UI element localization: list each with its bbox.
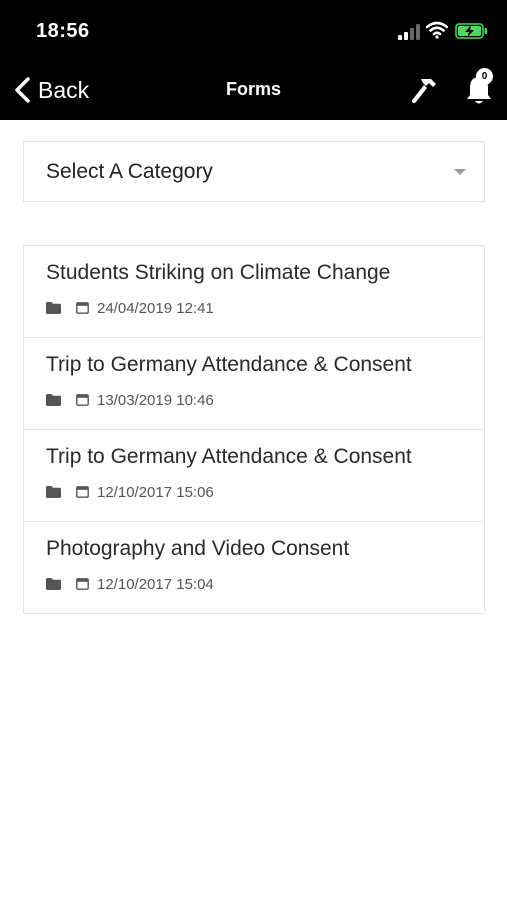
forms-list: Students Striking on Climate Change 24/0… bbox=[23, 245, 485, 614]
battery-charging-icon bbox=[455, 23, 487, 39]
notification-count-badge: 0 bbox=[476, 68, 493, 85]
form-meta: 12/10/2017 15:04 bbox=[46, 575, 214, 593]
form-list-item[interactable]: Students Striking on Climate Change 24/0… bbox=[24, 246, 484, 338]
form-title: Students Striking on Climate Change bbox=[46, 261, 391, 284]
status-bar: 18:56 bbox=[0, 0, 507, 60]
form-date: 12/10/2017 15:06 bbox=[97, 483, 214, 501]
wifi-icon bbox=[426, 21, 448, 39]
hammer-icon[interactable] bbox=[409, 74, 441, 106]
form-meta: 24/04/2019 12:41 bbox=[46, 299, 214, 317]
category-select[interactable]: Select A Category bbox=[23, 141, 485, 202]
form-title: Trip to Germany Attendance & Consent bbox=[46, 445, 412, 468]
form-list-item[interactable]: Trip to Germany Attendance & Consent 13/… bbox=[24, 338, 484, 430]
calendar-icon bbox=[76, 394, 89, 406]
folder-icon bbox=[46, 578, 61, 590]
form-date: 12/10/2017 15:04 bbox=[97, 575, 214, 593]
calendar-icon bbox=[76, 486, 89, 498]
form-date: 24/04/2019 12:41 bbox=[97, 299, 214, 317]
category-select-label: Select A Category bbox=[46, 160, 213, 183]
form-meta: 12/10/2017 15:06 bbox=[46, 483, 214, 501]
calendar-icon bbox=[76, 302, 89, 314]
folder-icon bbox=[46, 394, 61, 406]
form-list-item[interactable]: Photography and Video Consent 12/10/2017… bbox=[24, 522, 484, 614]
status-time: 18:56 bbox=[36, 20, 90, 42]
navigation-bar: Back Forms 0 bbox=[0, 60, 507, 120]
form-date: 13/03/2019 10:46 bbox=[97, 391, 214, 409]
folder-icon bbox=[46, 302, 61, 314]
form-title: Photography and Video Consent bbox=[46, 537, 350, 560]
calendar-icon bbox=[76, 578, 89, 590]
form-list-item[interactable]: Trip to Germany Attendance & Consent 12/… bbox=[24, 430, 484, 522]
folder-icon bbox=[46, 486, 61, 498]
form-title: Trip to Germany Attendance & Consent bbox=[46, 353, 412, 376]
cellular-signal-icon bbox=[398, 24, 420, 40]
form-meta: 13/03/2019 10:46 bbox=[46, 391, 214, 409]
caret-down-icon bbox=[454, 169, 466, 175]
